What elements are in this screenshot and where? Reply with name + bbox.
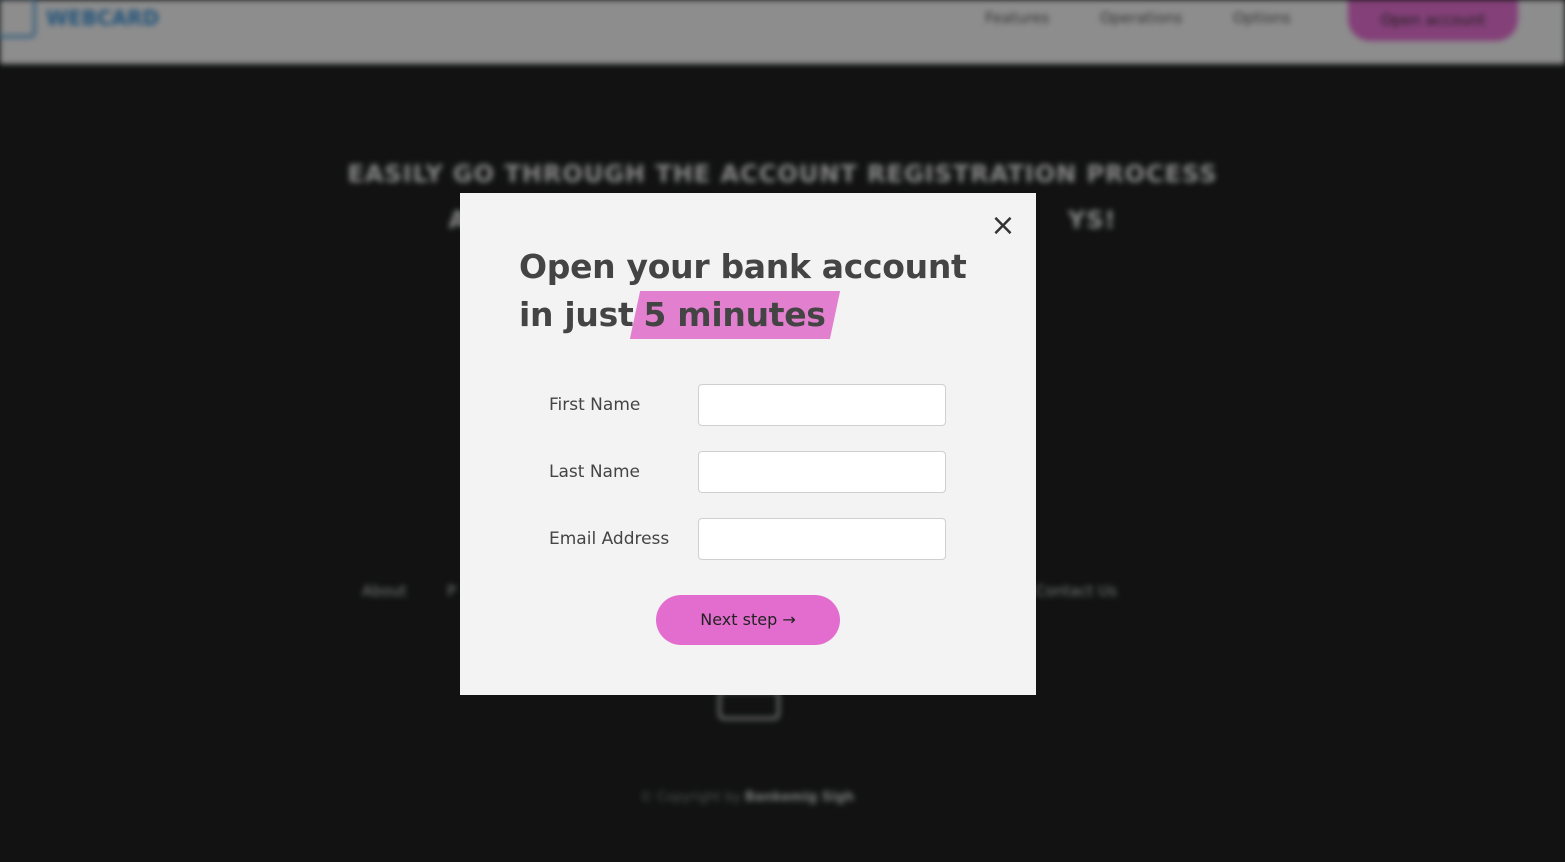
modal-title: Open your bank account in just 5 minutes [519,243,999,339]
first-name-row: First Name [549,384,949,426]
modal-title-prefix: in just [519,295,634,334]
modal-title-line2: in just 5 minutes [519,291,999,339]
email-label: Email Address [549,529,670,549]
modal-title-highlight: 5 minutes [635,291,835,339]
close-icon[interactable]: × [990,211,1016,241]
modal-title-line1: Open your bank account [519,247,967,286]
next-step-button[interactable]: Next step → [656,595,840,645]
last-name-row: Last Name [549,451,949,493]
first-name-label: First Name [549,395,641,415]
open-account-modal: × Open your bank account in just 5 minute… [460,193,1036,695]
last-name-input[interactable] [698,451,946,493]
first-name-input[interactable] [698,384,946,426]
email-row: Email Address [549,518,949,560]
last-name-label: Last Name [549,462,640,482]
email-input[interactable] [698,518,946,560]
